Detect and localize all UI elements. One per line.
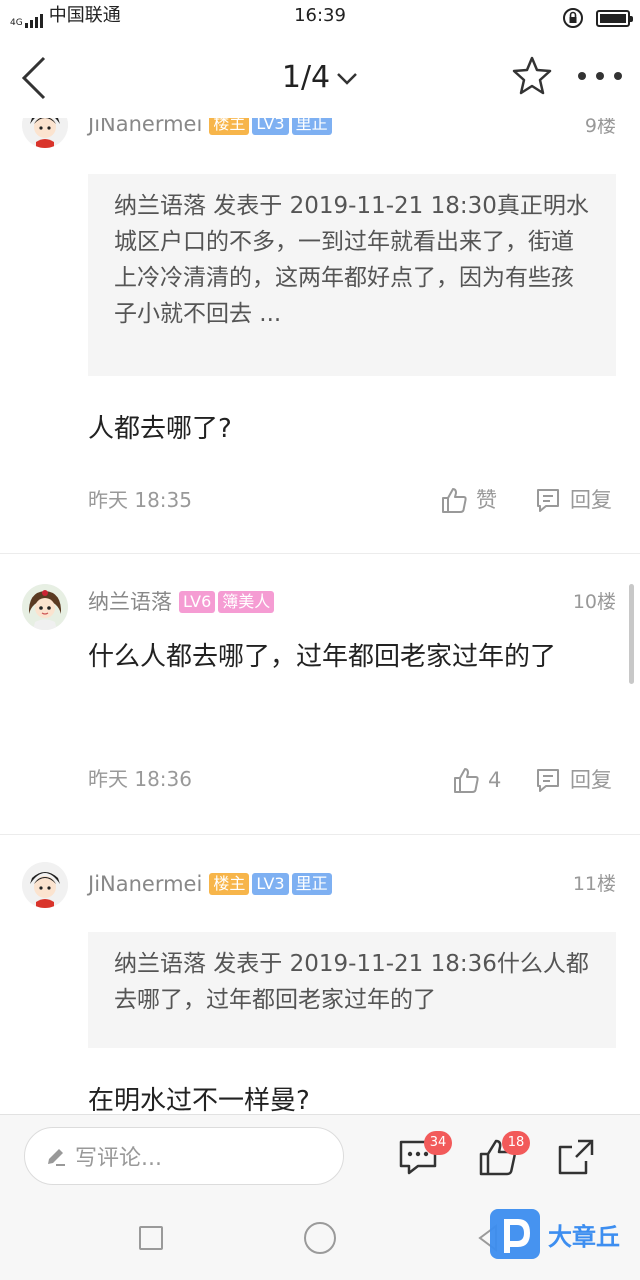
quote-block[interactable]: 纳兰语落 发表于 2019-11-21 18:30真正明水城区户口的不多，一到过… [88,174,616,376]
battery-icon [596,9,633,27]
post-body: 在明水过不一样曼? [88,1086,310,1114]
like-count: 4 [488,768,502,792]
divider [0,834,640,835]
title-badge: 里正 [291,118,332,135]
title-badge: 簿美人 [218,591,275,613]
title-badge: 里正 [291,873,332,895]
home-button[interactable] [304,1222,336,1254]
owner-badge: 楼主 [209,873,250,895]
reply-icon [537,769,559,792]
floor-number: 10楼 [572,591,616,613]
status-time: 16:39 [294,5,346,26]
recents-button[interactable] [139,1226,163,1250]
avatar[interactable] [22,862,68,908]
like-button[interactable]: 4 [452,766,501,794]
more-icon[interactable] [576,64,624,88]
pencil-icon [48,1149,65,1166]
avatar[interactable] [22,584,68,630]
quote-block[interactable]: 纳兰语落 发表于 2019-11-21 18:36什么人都去哪了，过年都回老家过… [88,932,616,1048]
reply-button[interactable]: 回复 [534,766,612,794]
author-name[interactable]: JiNanermei [88,870,202,898]
nav-bar: 1/4 [0,34,640,118]
owner-badge: 楼主 [209,118,250,135]
author-name[interactable]: JiNanermei [88,118,202,138]
post-time: 昨天 18:35 [88,488,192,512]
chevron-down-icon [337,72,358,85]
status-right [562,7,633,29]
level-badge: LV6 [179,591,216,613]
post-body: 什么人都去哪了，过年都回老家过年的了 [88,642,557,672]
reply-label: 回复 [570,488,612,512]
thumbs-up-icon [454,768,479,793]
comment-list[interactable]: JiNanermei 楼主 LV3 里正 9楼 纳兰语落 发表于 2019-11… [0,118,640,1114]
floor-number: 9楼 [584,118,616,137]
status-bar: 4G 中国联通 16:39 [0,0,640,34]
reply-icon [537,489,559,512]
scrollbar[interactable] [629,584,634,684]
reply-button[interactable]: 回复 [534,486,612,514]
comment-count-badge: 34 [424,1131,452,1155]
avatar[interactable] [22,118,68,148]
thumbs-up-icon [442,488,467,513]
divider [0,553,640,554]
watermark-logo-icon [504,1219,530,1253]
level-badge: LV3 [252,873,289,895]
avatar-image [22,584,68,630]
share-icon[interactable] [556,1137,596,1177]
floor-number: 11楼 [572,873,616,895]
reply-label: 回复 [570,768,612,792]
watermark: 大章丘 [490,1206,636,1262]
comment-bar: 写评论... 34 18 [0,1114,640,1200]
comment-placeholder: 写评论... [75,1146,162,1171]
author-row: JiNanermei 楼主 LV3 里正 [88,870,332,898]
author-row: JiNanermei 楼主 LV3 里正 [88,118,332,138]
like-count-badge: 18 [502,1131,530,1155]
rotation-lock-icon [563,8,583,28]
star-icon[interactable] [510,54,554,98]
like-label: 赞 [476,488,497,512]
level-badge: LV3 [252,118,289,135]
like-button[interactable]: 赞 [440,486,497,514]
comment-input[interactable]: 写评论... [24,1127,344,1185]
post-body: 人都去哪了? [88,414,232,444]
avatar-image [22,118,68,148]
post-time: 昨天 18:36 [88,767,192,791]
avatar-image [22,862,68,908]
author-name[interactable]: 纳兰语落 [88,588,172,616]
author-row: 纳兰语落 LV6 簿美人 [88,588,275,616]
watermark-logo [490,1209,540,1259]
page-indicator-label: 1/4 [281,60,331,95]
watermark-text: 大章丘 [548,1222,620,1251]
